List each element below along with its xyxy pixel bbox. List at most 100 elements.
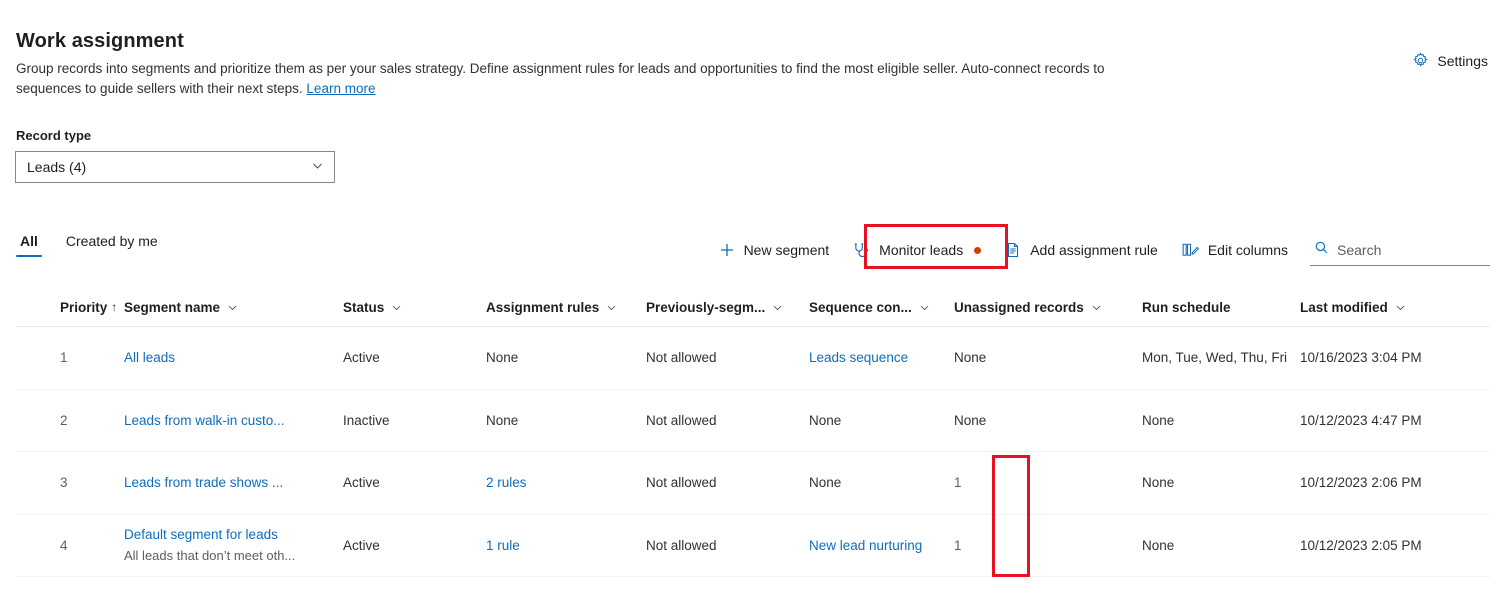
segment-name-link[interactable]: Leads from walk-in custo... <box>124 413 343 428</box>
chevron-down-icon <box>919 302 930 313</box>
column-label: Assignment rules <box>486 299 600 315</box>
chevron-down-icon <box>227 302 238 313</box>
assignment-rules-link[interactable]: 1 rule <box>486 538 646 553</box>
cell-priority: 2 <box>60 412 68 428</box>
stethoscope-icon <box>853 242 870 259</box>
cell-sequence-connected: New lead nurturing <box>809 515 954 577</box>
cell-previously-segmented: Not allowed <box>646 475 717 491</box>
column-header-sequence-connected[interactable]: Sequence con... <box>809 300 954 315</box>
column-header-assignment-rules[interactable]: Assignment rules <box>486 300 646 315</box>
cell-unassigned-records: 1 <box>954 537 962 553</box>
cell-unassigned-records: None <box>954 350 987 366</box>
monitor-leads-button[interactable]: Monitor leads <box>841 232 993 268</box>
sequence-link[interactable]: New lead nurturing <box>809 538 954 553</box>
search-box[interactable]: Search <box>1310 234 1490 266</box>
new-segment-button[interactable]: New segment <box>707 232 842 268</box>
monitor-leads-badge-dot <box>974 246 982 254</box>
record-type-label: Record type <box>16 128 92 143</box>
cell-unassigned-records: 1 <box>954 475 962 491</box>
cell-run-schedule: None <box>1142 412 1175 428</box>
table-row[interactable]: 1 All leads Active None Not allowed Lead… <box>16 327 1490 390</box>
work-assignment-page: Work assignment Group records into segme… <box>0 0 1506 600</box>
chevron-down-icon <box>391 302 402 313</box>
table-row[interactable]: 4 Default segment for leads All leads th… <box>16 515 1490 577</box>
gear-icon <box>1412 52 1429 69</box>
page-description: Group records into segments and prioriti… <box>16 59 1106 99</box>
column-label: Priority <box>60 299 108 315</box>
cell-priority: 4 <box>60 537 68 553</box>
assignment-rules-link[interactable]: 2 rules <box>486 475 646 490</box>
cell-priority: 3 <box>60 475 68 491</box>
column-label: Sequence con... <box>809 299 912 315</box>
cell-assignment-rules: None <box>486 350 519 366</box>
command-bar: New segment Monitor leads Add assignment… <box>707 232 1490 268</box>
edit-columns-label: Edit columns <box>1207 242 1288 258</box>
cell-sequence-connected: None <box>809 412 842 428</box>
chevron-down-icon <box>1091 302 1102 313</box>
cell-sequence-connected: None <box>809 475 842 491</box>
add-assignment-rule-button[interactable]: Add assignment rule <box>993 232 1170 268</box>
cell-status: Active <box>343 537 380 553</box>
record-type-dropdown[interactable]: Leads (4) <box>15 151 335 183</box>
search-placeholder: Search <box>1337 241 1382 258</box>
settings-label: Settings <box>1437 52 1488 69</box>
settings-button[interactable]: Settings <box>1412 52 1488 69</box>
column-header-unassigned-records[interactable]: Unassigned records <box>954 300 1142 315</box>
cell-status: Active <box>343 475 380 491</box>
cell-segment-name: Leads from trade shows ... <box>124 452 343 514</box>
column-header-segment-name[interactable]: Segment name <box>124 300 343 315</box>
cell-status: Active <box>343 350 380 366</box>
tab-created-by-me[interactable]: Created by me <box>62 233 162 259</box>
tab-all[interactable]: All <box>16 233 42 259</box>
document-icon <box>1005 242 1021 258</box>
record-type-value: Leads (4) <box>27 159 87 175</box>
cell-segment-name: Leads from walk-in custo... <box>124 390 343 452</box>
cell-segment-name: Default segment for leads All leads that… <box>124 515 343 577</box>
column-header-last-modified[interactable]: Last modified <box>1300 300 1480 315</box>
edit-columns-icon <box>1182 242 1199 258</box>
chevron-down-icon <box>1395 302 1406 313</box>
cell-last-modified: 10/12/2023 2:06 PM <box>1300 475 1422 491</box>
cell-last-modified: 10/16/2023 3:04 PM <box>1300 350 1422 366</box>
new-segment-label: New segment <box>743 242 830 258</box>
column-header-status[interactable]: Status <box>343 300 486 315</box>
segment-name-link[interactable]: Default segment for leads <box>124 527 343 542</box>
column-label: Unassigned records <box>954 299 1084 315</box>
segment-name-link[interactable]: Leads from trade shows ... <box>124 475 343 490</box>
column-label: Segment name <box>124 299 221 315</box>
cell-assignment-rules: None <box>486 412 519 428</box>
cell-run-schedule: Mon, Tue, Wed, Thu, Fri <box>1142 350 1288 366</box>
column-label: Status <box>343 299 385 315</box>
cell-last-modified: 10/12/2023 2:05 PM <box>1300 537 1422 553</box>
cell-previously-segmented: Not allowed <box>646 537 717 553</box>
sort-ascending-icon: ↑ <box>111 300 118 314</box>
table-header-row: Priority ↑ Segment name Status Assignmen… <box>16 288 1490 327</box>
chevron-down-icon <box>311 159 324 175</box>
cell-unassigned-records: None <box>954 412 987 428</box>
column-header-run-schedule[interactable]: Run schedule <box>1142 300 1300 315</box>
search-icon <box>1314 240 1329 260</box>
add-assignment-rule-label: Add assignment rule <box>1030 242 1158 258</box>
cell-status: Inactive <box>343 412 390 428</box>
learn-more-link[interactable]: Learn more <box>306 81 375 96</box>
cell-last-modified: 10/12/2023 4:47 PM <box>1300 412 1422 428</box>
cell-previously-segmented: Not allowed <box>646 412 717 428</box>
segment-name-subtitle: All leads that don’t meet oth... <box>124 548 296 564</box>
view-tabs: All Created by me <box>16 233 162 259</box>
cell-sequence-connected: Leads sequence <box>809 327 954 389</box>
column-label: Last modified <box>1300 299 1388 315</box>
page-title: Work assignment <box>16 30 184 52</box>
table-row[interactable]: 2 Leads from walk-in custo... Inactive N… <box>16 390 1490 452</box>
cell-assignment-rules: 1 rule <box>486 515 646 577</box>
table-row[interactable]: 3 Leads from trade shows ... Active 2 ru… <box>16 452 1490 515</box>
column-header-previously-segmented[interactable]: Previously-segm... <box>646 300 809 315</box>
edit-columns-button[interactable]: Edit columns <box>1170 232 1300 268</box>
segment-name-link[interactable]: All leads <box>124 350 343 365</box>
sequence-link[interactable]: Leads sequence <box>809 350 954 365</box>
monitor-leads-label: Monitor leads <box>879 242 964 258</box>
page-description-text: Group records into segments and prioriti… <box>16 61 1105 96</box>
column-header-priority[interactable]: Priority ↑ <box>16 300 124 315</box>
column-label: Run schedule <box>1142 299 1231 315</box>
cell-previously-segmented: Not allowed <box>646 350 717 366</box>
cell-segment-name: All leads <box>124 327 343 389</box>
